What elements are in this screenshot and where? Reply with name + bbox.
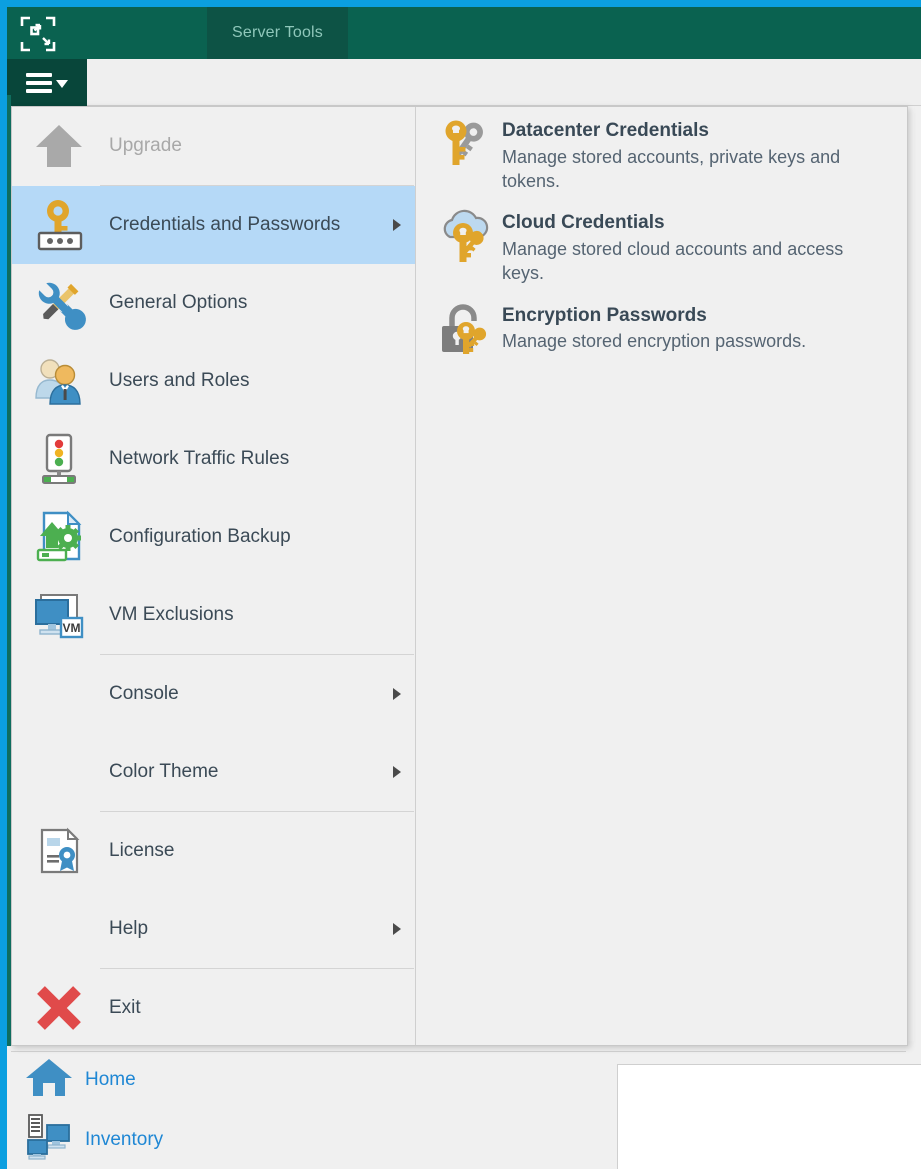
tab-server-tools-label: Server Tools <box>231 24 324 41</box>
nav-item-home[interactable]: Home <box>11 1056 136 1104</box>
empty-icon-slot <box>20 655 98 733</box>
home-icon <box>25 1056 73 1104</box>
submenu-item-title: Datacenter Credentials <box>502 120 709 141</box>
veeam-brackets-logo-icon <box>18 14 58 54</box>
menu-item-label: Users and Roles <box>109 370 250 391</box>
menu-item-label: Upgrade <box>109 135 182 156</box>
empty-icon-slot <box>20 733 98 811</box>
menu-item-network-traffic-rules[interactable]: Network Traffic Rules <box>12 420 415 498</box>
cloud-key-icon <box>434 207 496 269</box>
svg-text:VM: VM <box>63 621 81 635</box>
menu-item-vm-exclusions[interactable]: VM VM Exclusions <box>12 576 415 654</box>
key-password-icon <box>20 186 98 264</box>
main-menu-popup: Upgrade Credentials and Passwords Genera… <box>11 106 908 1046</box>
nav-item-label: Inventory <box>85 1129 164 1150</box>
menu-item-color-theme[interactable]: Color Theme <box>12 733 415 811</box>
chevron-down-icon <box>56 80 68 88</box>
main-menu-button[interactable] <box>7 59 87 106</box>
traffic-light-icon <box>20 420 98 498</box>
submenu-arrow-icon <box>393 688 401 700</box>
padlock-key-icon <box>434 300 496 362</box>
menu-item-license[interactable]: License <box>12 812 415 890</box>
menu-item-label: License <box>109 840 175 861</box>
bottom-navigation: Home Inventory <box>11 1052 604 1169</box>
two-keys-icon <box>434 115 496 177</box>
ribbon-toolbar <box>7 59 921 106</box>
tab-server-tools[interactable]: Server Tools <box>207 7 348 59</box>
background-content-area <box>617 1064 921 1169</box>
nav-item-inventory[interactable]: Inventory <box>11 1113 164 1167</box>
window-left-edge <box>0 0 7 1169</box>
license-document-icon <box>20 812 98 890</box>
menu-item-configuration-backup[interactable]: Configuration Backup <box>12 498 415 576</box>
menu-item-help[interactable]: Help <box>12 890 415 968</box>
submenu-item-description: Manage stored cloud accounts and access … <box>502 239 844 284</box>
menu-item-credentials-and-passwords[interactable]: Credentials and Passwords <box>12 186 415 264</box>
config-backup-gear-icon <box>20 498 98 576</box>
credentials-submenu-panel: Datacenter Credentials Manage stored acc… <box>416 107 907 1045</box>
vm-monitor-icon: VM <box>20 576 98 654</box>
wrench-screwdriver-icon <box>20 264 98 342</box>
menu-item-label: Network Traffic Rules <box>109 448 290 469</box>
menu-item-label: Help <box>109 918 149 939</box>
submenu-item-title: Cloud Credentials <box>502 212 665 234</box>
menu-item-users-and-roles[interactable]: Users and Roles <box>12 342 415 420</box>
menu-item-label: General Options <box>109 292 248 313</box>
ribbon-header <box>7 7 921 59</box>
submenu-arrow-icon <box>393 923 401 935</box>
submenu-item-title: Encryption Passwords <box>502 304 707 326</box>
menu-item-console[interactable]: Console <box>12 655 415 733</box>
menu-item-exit[interactable]: Exit <box>12 969 415 1047</box>
submenu-item-description: Manage stored encryption passwords. <box>502 331 807 352</box>
window-title-bar <box>0 0 921 7</box>
background-splitter-column <box>604 1052 617 1169</box>
inventory-servers-icon <box>25 1113 73 1167</box>
menu-item-label: Configuration Backup <box>109 526 291 547</box>
main-menu-list: Upgrade Credentials and Passwords Genera… <box>12 107 416 1045</box>
menu-item-label: VM Exclusions <box>109 604 234 625</box>
hamburger-menu-icon <box>26 72 52 93</box>
upgrade-arrow-icon <box>20 107 98 185</box>
nav-item-label: Home <box>85 1069 136 1090</box>
submenu-item-datacenter-credentials[interactable]: Datacenter Credentials Manage stored acc… <box>416 107 907 199</box>
empty-icon-slot <box>20 890 98 968</box>
menu-item-upgrade: Upgrade <box>12 107 415 185</box>
submenu-item-description: Manage stored accounts, private keys and… <box>502 146 841 192</box>
application-window: Server Tools Upgrade Credentials and Pas… <box>0 0 921 1169</box>
submenu-arrow-icon <box>393 219 401 231</box>
submenu-item-cloud-credentials[interactable]: Cloud Credentials Manage stored cloud ac… <box>416 199 907 291</box>
menu-item-label: Color Theme <box>109 761 219 782</box>
window-left-edge-inner <box>7 95 11 1046</box>
menu-item-label: Console <box>109 683 179 704</box>
submenu-arrow-icon <box>393 766 401 778</box>
users-group-icon <box>20 342 98 420</box>
submenu-item-encryption-passwords[interactable]: Encryption Passwords Manage stored encry… <box>416 292 907 368</box>
menu-item-label: Credentials and Passwords <box>109 214 341 235</box>
exit-cross-icon <box>20 969 98 1047</box>
menu-item-general-options[interactable]: General Options <box>12 264 415 342</box>
menu-item-label: Exit <box>109 997 141 1018</box>
